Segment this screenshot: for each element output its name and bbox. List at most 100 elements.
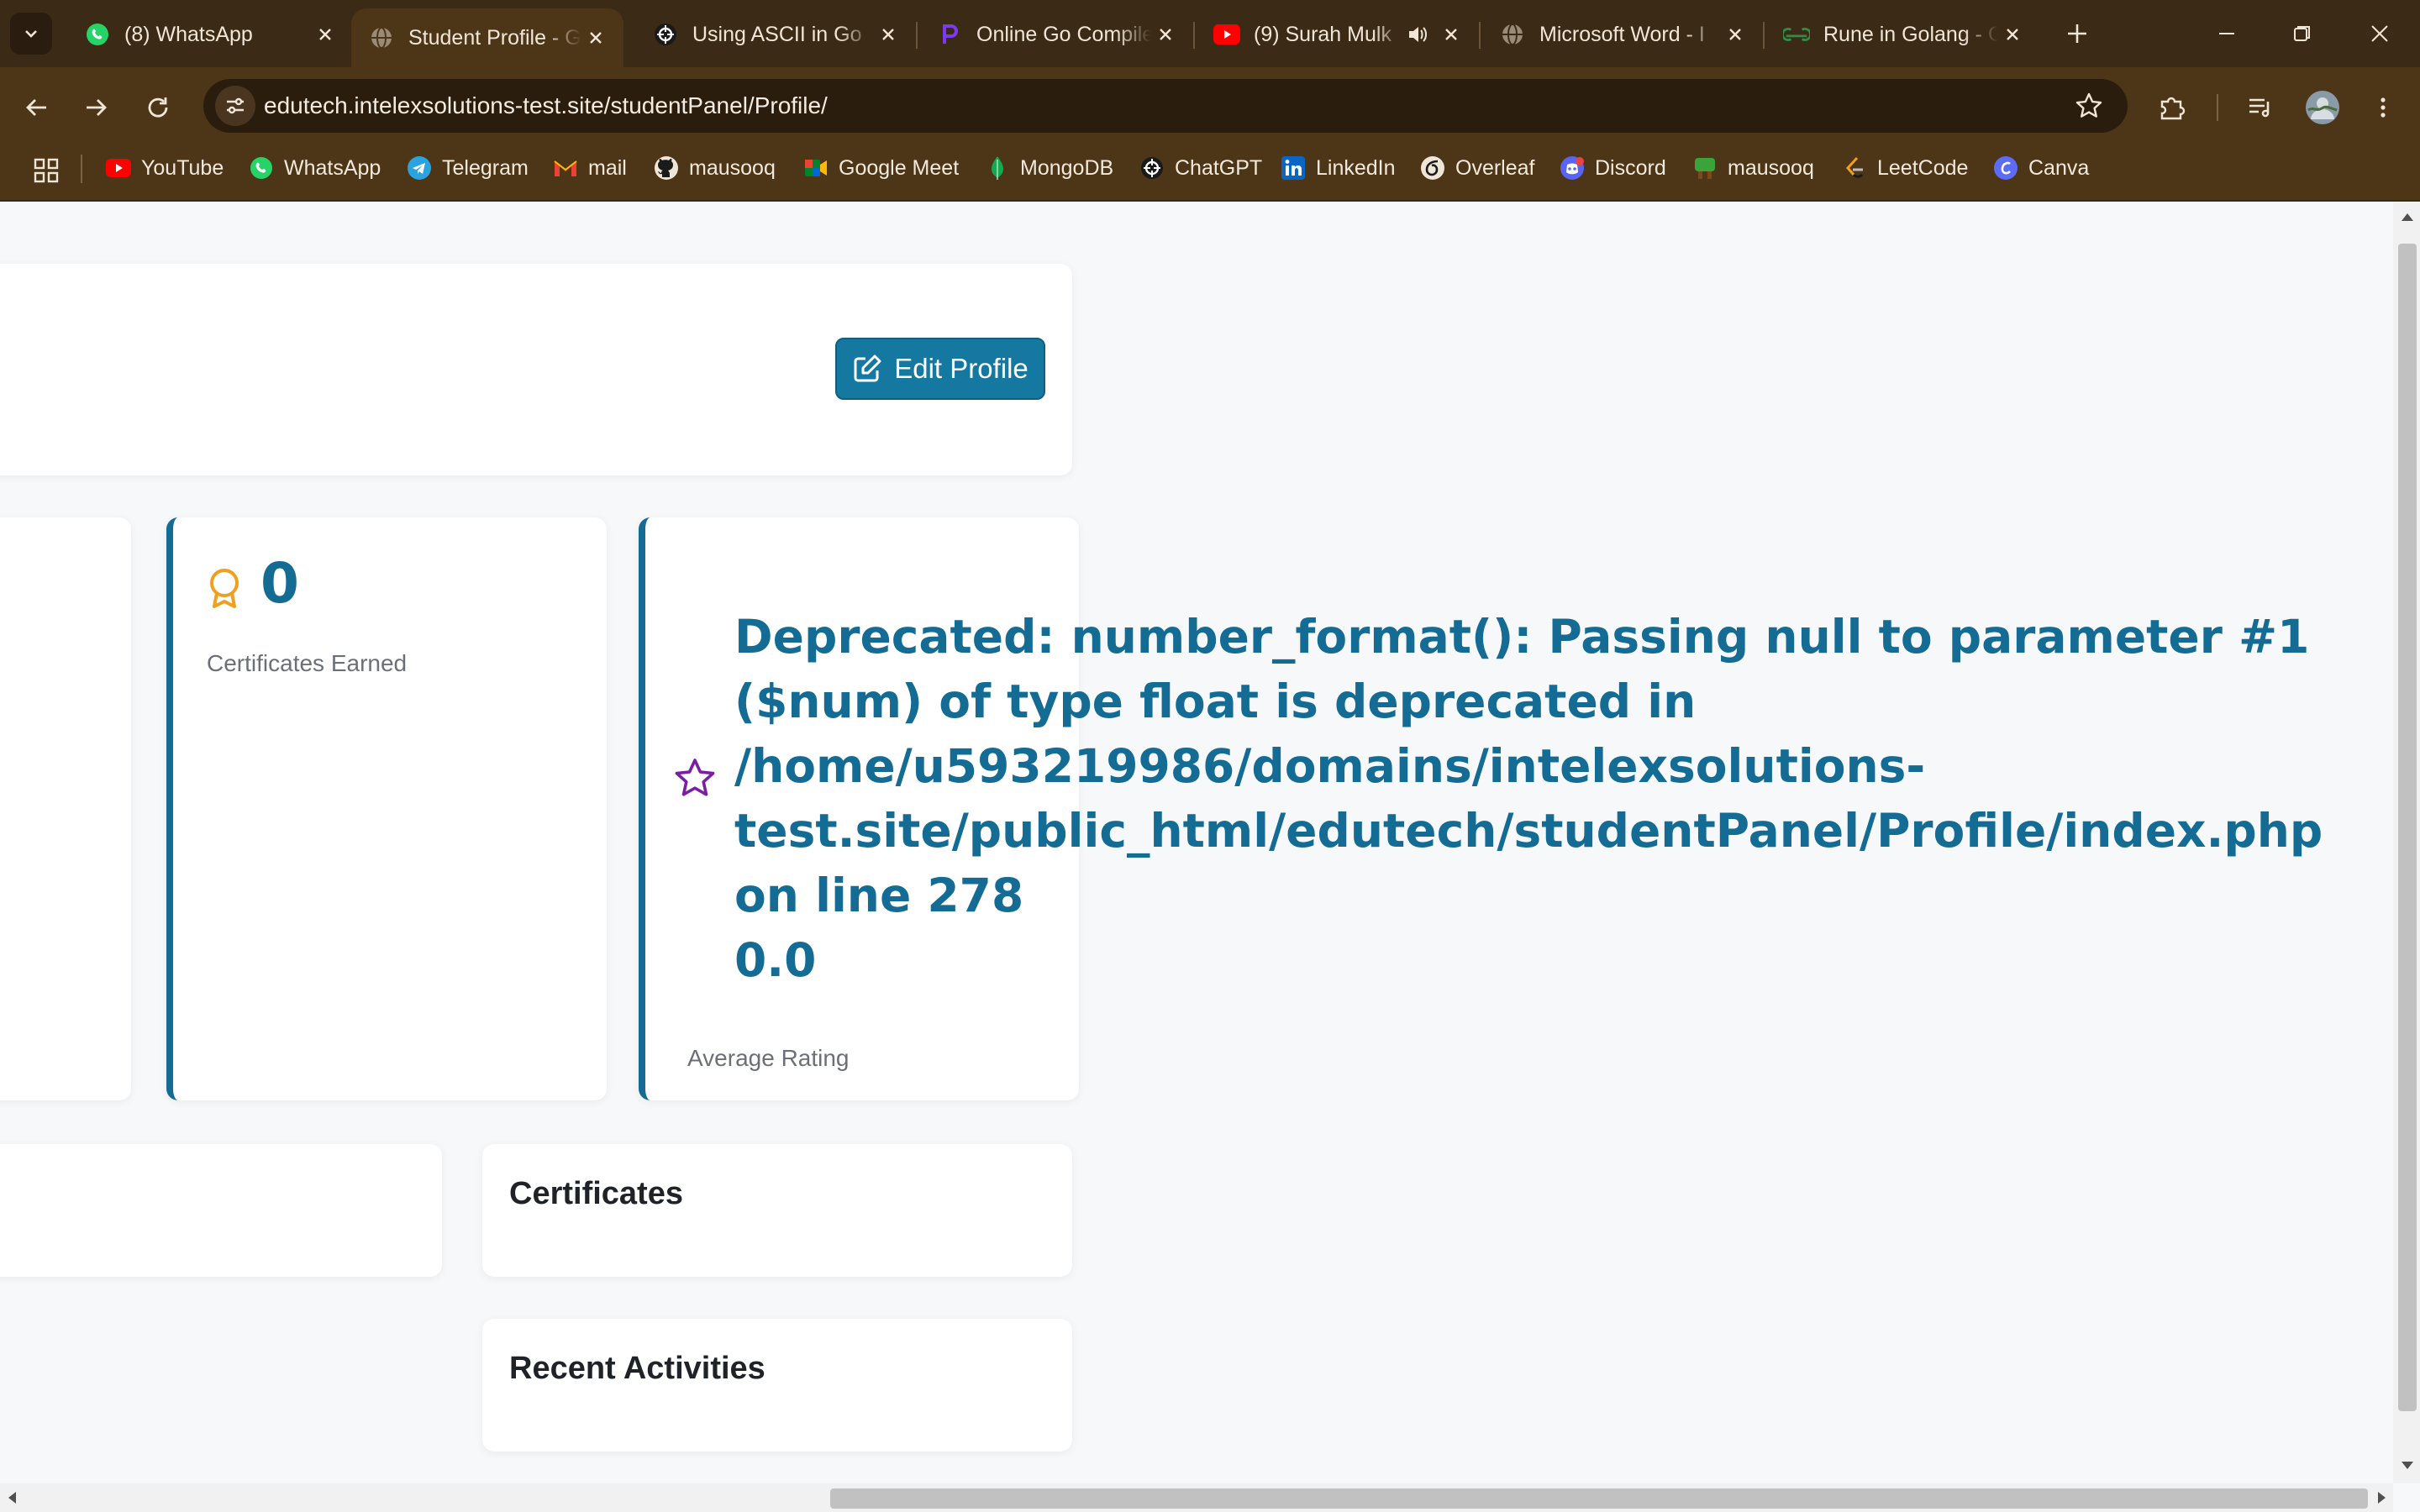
tab-microsoft-word[interactable]: Microsoft Word - I: [1482, 12, 1763, 57]
bookmark-youtube[interactable]: YouTube: [106, 151, 224, 185]
tab-title: Microsoft Word - I: [1539, 22, 1705, 46]
close-icon[interactable]: [1151, 20, 1180, 49]
vertical-scrollbar[interactable]: [2393, 202, 2420, 1483]
site-info-icon[interactable]: [215, 86, 255, 126]
recent-activities-title: Recent Activities: [509, 1351, 765, 1386]
bookmark-mail[interactable]: mail: [553, 151, 627, 185]
deprecation-message: : number_format(): Passing null to param…: [1036, 610, 2310, 664]
reload-icon: [148, 97, 168, 118]
tab-title: Rune in Golang - G: [1823, 22, 1998, 46]
edit-icon: [854, 354, 881, 382]
tab-student-profile[interactable]: Student Profile - G: [351, 8, 623, 67]
bookmark-discord[interactable]: Discord: [1560, 151, 1666, 185]
bookmark-star-icon[interactable]: [2070, 87, 2107, 124]
edit-profile-label: Edit Profile: [894, 353, 1028, 384]
close-icon[interactable]: [1721, 20, 1749, 49]
speaker-icon[interactable]: [1403, 20, 1432, 49]
close-icon: [2371, 25, 2388, 42]
telegram-icon: [407, 155, 432, 181]
address-bar[interactable]: edutech.intelexsolutions-test.site/stude…: [203, 79, 2128, 133]
close-icon[interactable]: [581, 24, 610, 52]
close-icon[interactable]: [1998, 20, 2027, 49]
tab-title: Using ASCII in Go: [692, 22, 862, 46]
vertical-scroll-thumb[interactable]: [2398, 244, 2417, 1411]
close-window-button[interactable]: [2346, 12, 2413, 55]
forward-button[interactable]: [76, 87, 116, 128]
bookmark-mausooq-tree[interactable]: mausooq: [1692, 151, 1814, 185]
award-icon: [210, 569, 239, 608]
rating-label: Average Rating: [687, 1045, 850, 1071]
bookmark-label: Overleaf: [1455, 155, 1535, 180]
bookmark-overleaf[interactable]: Overleaf: [1420, 151, 1534, 185]
bookmark-label: Canva: [2028, 155, 2090, 180]
url-text: edutech.intelexsolutions-test.site/stude…: [264, 92, 828, 118]
php-deprecation-warning: Deprecated: number_format(): Passing nul…: [734, 605, 2323, 993]
bookmark-leetcode[interactable]: LeetCode: [1842, 151, 1968, 185]
menu-button[interactable]: [2363, 87, 2403, 128]
media-controls-button[interactable]: [2240, 87, 2281, 128]
youtube-icon: [106, 155, 131, 181]
tab-whatsapp[interactable]: (8) WhatsApp: [67, 12, 353, 57]
chatgpt-icon: [652, 21, 679, 48]
bookmark-google-meet[interactable]: Google Meet: [803, 151, 959, 185]
bookmark-label: MongoDB: [1020, 155, 1114, 180]
apps-button[interactable]: [29, 153, 64, 188]
tab-surah-mulk[interactable]: (9) Surah Mulk: [1197, 12, 1479, 57]
new-tab-button[interactable]: [2057, 13, 2097, 54]
scroll-right-arrow-icon[interactable]: [2378, 1492, 2386, 1504]
bookmark-chatgpt[interactable]: ChatGPT: [1139, 151, 1262, 185]
bookmark-telegram[interactable]: Telegram: [407, 151, 529, 185]
bookmark-whatsapp[interactable]: WhatsApp: [249, 151, 381, 185]
youtube-icon: [1213, 21, 1240, 48]
tab-using-ascii-in-go[interactable]: Using ASCII in Go: [635, 12, 916, 57]
bookmark-label: Google Meet: [839, 155, 960, 180]
tree-icon: [1692, 155, 1718, 181]
certificates-label: Certificates Earned: [207, 650, 408, 676]
globe-icon: [368, 24, 395, 51]
minimize-button[interactable]: [2193, 12, 2260, 55]
close-icon[interactable]: [1437, 20, 1465, 49]
tab-search-button[interactable]: [10, 13, 52, 55]
extensions-button[interactable]: [2151, 87, 2191, 128]
scroll-left-arrow-icon[interactable]: [8, 1492, 16, 1504]
deprecation-line: test.site/public_html/edutech/studentPan…: [734, 804, 2323, 858]
bookmark-canva[interactable]: Canva: [1993, 151, 2089, 185]
linkedin-icon: [1281, 155, 1306, 181]
programiz-icon: [936, 21, 963, 48]
edit-profile-button[interactable]: Edit Profile: [835, 338, 1045, 400]
plus-icon: [2068, 24, 2086, 43]
close-icon[interactable]: [874, 20, 902, 49]
tab-title: Online Go Compile: [976, 22, 1151, 46]
whatsapp-icon: [84, 21, 111, 48]
tab-rune-in-golang[interactable]: Rune in Golang - G: [1766, 12, 2040, 57]
apps-grid-icon: [34, 158, 59, 183]
bookmark-linkedin[interactable]: LinkedIn: [1281, 151, 1396, 185]
tab-online-go-compiler[interactable]: Online Go Compile: [919, 12, 1193, 57]
bookmark-mongodb[interactable]: MongoDB: [985, 151, 1113, 185]
arrow-left-icon: [26, 99, 46, 116]
close-icon[interactable]: [311, 20, 339, 49]
back-button[interactable]: [17, 87, 57, 128]
deprecation-line: ($num) of type float is deprecated in: [734, 675, 1697, 728]
scroll-down-arrow-icon[interactable]: [2402, 1462, 2413, 1469]
music-queue-icon: [2249, 98, 2270, 118]
arrow-right-icon: [87, 99, 107, 116]
star-icon: [675, 759, 715, 796]
deprecation-line: on line 278: [734, 869, 1024, 922]
overleaf-icon: [1420, 155, 1445, 181]
bookmark-label: WhatsApp: [284, 155, 381, 180]
left-section-card: [0, 1144, 442, 1277]
bookmark-github[interactable]: mausooq: [654, 151, 776, 185]
chatgpt-icon: [1139, 155, 1165, 181]
reload-button[interactable]: [138, 87, 178, 128]
horizontal-scrollbar[interactable]: [0, 1483, 2393, 1512]
restore-button[interactable]: [2269, 12, 2336, 55]
gmail-icon: [553, 155, 578, 181]
tab-title: Student Profile - G: [408, 25, 581, 50]
scroll-up-arrow-icon[interactable]: [2402, 213, 2413, 221]
horizontal-scroll-thumb[interactable]: [830, 1488, 2368, 1509]
avatar-icon: [2306, 91, 2339, 124]
tab-title: (9) Surah Mulk: [1254, 22, 1392, 46]
profile-avatar[interactable]: [2302, 87, 2343, 128]
page-viewport: Edit Profile 0 Certificates Earned Avera…: [0, 202, 2393, 1483]
